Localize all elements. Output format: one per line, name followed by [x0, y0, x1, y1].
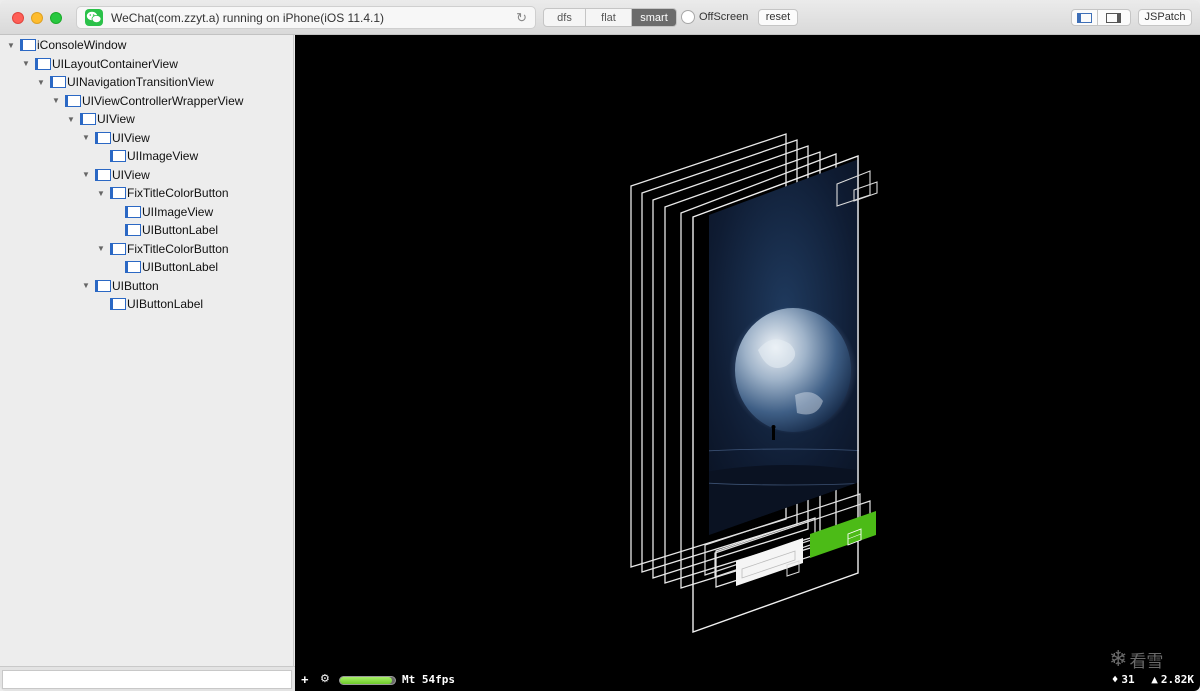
tree-node[interactable]: ▼UIButtonLabel	[111, 258, 218, 276]
tree-node-label: UINavigationTransitionView	[67, 75, 214, 89]
mode-smart-button[interactable]: smart	[632, 9, 676, 26]
offscreen-label: OffScreen	[699, 11, 749, 23]
offscreen-option[interactable]: OffScreen	[681, 10, 748, 24]
disclosure-triangle-icon[interactable]: ▼	[81, 281, 91, 290]
render-stats: ♦ 31 ▲ 2.82K	[1109, 673, 1194, 686]
tree-node[interactable]: ▼ FixTitleColorButton	[96, 240, 229, 258]
right-sidebar-icon	[1106, 13, 1121, 23]
tree-node[interactable]: ▼UIButtonLabel	[96, 295, 203, 313]
address-text: WeChat(com.zzyt.a) running on iPhone(iOS…	[111, 11, 385, 25]
tree-node-label: UIView	[112, 167, 150, 182]
view-icon	[110, 242, 126, 255]
view-icon	[110, 150, 126, 162]
tree-node-label: UIButtonLabel	[142, 260, 219, 274]
watermark-text: 看雪	[1129, 651, 1164, 671]
tree-node[interactable]: ▼UIImageView	[96, 147, 198, 165]
tree-node[interactable]: ▼UIImageView	[111, 203, 213, 221]
filter-bar	[0, 666, 295, 691]
tree-node-label: UIImageView	[127, 149, 199, 163]
disclosure-triangle-icon[interactable]: ▼	[21, 59, 31, 68]
tree-node-label: iConsoleWindow	[37, 38, 127, 52]
view-icon	[80, 113, 96, 125]
tree-node-label: UILayoutContainerView	[52, 56, 178, 71]
view-hierarchy-tree: ▼ iConsoleWindow ▼ UILayoutContainerView ▼ UI…	[0, 35, 294, 666]
view-icon	[65, 94, 81, 107]
tree-node-label: UIViewControllerWrapperView	[82, 93, 244, 108]
disclosure-triangle-icon[interactable]: ▼	[81, 133, 91, 142]
tree-node[interactable]: ▼ FixTitleColorButton	[96, 184, 229, 202]
3d-layer-canvas[interactable]: ❄ 看雪 + ⚙ Mt 54fps ♦ 31 ▲ 2.82K	[295, 35, 1200, 691]
tree-node-label: UIView	[97, 112, 135, 126]
performance-meter-fill	[340, 677, 393, 684]
tree-node-label: FixTitleColorButton	[127, 241, 229, 256]
tree-node-label: UIButtonLabel	[142, 223, 219, 237]
jspatch-button[interactable]: JSPatch	[1138, 9, 1192, 26]
tree-node-label: UIButtonLabel	[127, 297, 204, 311]
view-icon	[110, 187, 126, 199]
tree-node-label: UIButton	[112, 278, 159, 293]
view-icon	[125, 205, 141, 218]
disclosure-triangle-icon[interactable]: ▼	[96, 244, 106, 253]
view-icon	[110, 298, 126, 310]
layer-scene[interactable]	[295, 35, 1200, 691]
disclosure-triangle-icon[interactable]: ▼	[96, 189, 106, 198]
view-icon	[95, 168, 111, 181]
title-bar: WeChat(com.zzyt.a) running on iPhone(iOS…	[0, 0, 1200, 35]
performance-meter	[339, 676, 396, 685]
tree-node[interactable]: ▼ UIView	[66, 110, 135, 128]
offscreen-radio[interactable]	[681, 10, 695, 24]
view-icon	[95, 131, 111, 144]
tree-node-label: UIView	[112, 130, 150, 145]
tree-node[interactable]: ▼ UIButton	[81, 277, 159, 295]
reload-icon[interactable]: ↻	[516, 10, 527, 26]
disclosure-triangle-icon[interactable]: ▼	[36, 78, 46, 87]
filter-input[interactable]	[2, 670, 292, 689]
toggle-right-panel-button[interactable]	[1098, 9, 1131, 26]
tree-node[interactable]: ▼ UIView	[81, 166, 150, 184]
left-sidebar-icon	[1077, 13, 1092, 23]
zoom-window-button[interactable]	[50, 12, 62, 24]
app-window: WeChat(com.zzyt.a) running on iPhone(iOS…	[0, 0, 1200, 691]
tree-node[interactable]: ▼ iConsoleWindow	[6, 36, 126, 54]
status-bar: + ⚙ Mt 54fps ♦ 31 ▲ 2.82K	[295, 669, 1200, 691]
view-icon	[125, 261, 141, 273]
views-icon: ♦	[1111, 673, 1119, 686]
fps-readout: Mt 54fps	[402, 673, 455, 686]
minimize-window-button[interactable]	[31, 12, 43, 24]
reset-button[interactable]: reset	[758, 9, 798, 26]
disclosure-triangle-icon[interactable]: ▼	[6, 41, 16, 50]
tree-node-label: UIImageView	[142, 204, 214, 219]
disclosure-triangle-icon[interactable]: ▼	[81, 170, 91, 179]
tree-node[interactable]: ▼ UIView	[81, 129, 150, 147]
view-icon	[35, 57, 51, 70]
disclosure-triangle-icon[interactable]: ▼	[51, 96, 61, 105]
triangles-icon: ▲	[1151, 673, 1158, 686]
disclosure-triangle-icon[interactable]: ▼	[66, 115, 76, 124]
view-icon	[50, 76, 66, 88]
tree-node[interactable]: ▼UIButtonLabel	[111, 221, 218, 239]
tree-node[interactable]: ▼ UINavigationTransitionView	[36, 73, 214, 91]
view-icon	[125, 224, 141, 236]
tree-node[interactable]: ▼ UIViewControllerWrapperView	[51, 92, 243, 110]
mode-flat-button[interactable]: flat	[586, 9, 632, 26]
tree-node[interactable]: ▼ UILayoutContainerView	[21, 55, 178, 73]
tree-node-label: FixTitleColorButton	[127, 186, 229, 200]
toggle-left-panel-button[interactable]	[1071, 9, 1098, 26]
close-window-button[interactable]	[12, 12, 24, 24]
views-count: 31	[1121, 673, 1135, 686]
wechat-icon	[85, 9, 103, 26]
view-icon	[95, 279, 111, 292]
white-button-layer	[736, 538, 803, 586]
layout-mode-segmented-control: dfs flat smart	[543, 8, 677, 27]
triangles-count: 2.82K	[1160, 673, 1194, 686]
address-bar[interactable]: WeChat(com.zzyt.a) running on iPhone(iOS…	[76, 6, 536, 29]
plus-icon[interactable]: +	[301, 672, 309, 687]
mode-dfs-button[interactable]: dfs	[544, 9, 586, 26]
gear-icon[interactable]: ⚙	[320, 672, 330, 685]
view-icon	[20, 39, 36, 51]
